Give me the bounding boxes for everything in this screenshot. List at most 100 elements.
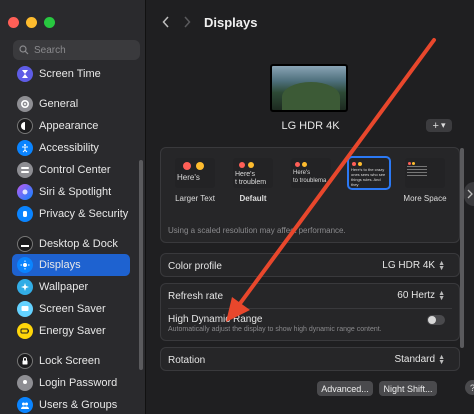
forward-button[interactable] (180, 14, 194, 30)
sidebar-item-label: Login Password (39, 377, 118, 389)
sidebar-item-privacy-security[interactable]: Privacy & Security (12, 203, 130, 225)
color-profile-select[interactable]: LG HDR 4K ▲ ▼ (382, 259, 445, 272)
sidebar-item-desktop-dock[interactable]: Desktop & Dock (12, 233, 130, 255)
sidebar-item-label: Appearance (39, 120, 99, 132)
sidebar-item-control-center[interactable]: Control Center (12, 159, 130, 181)
resolution-option-4[interactable]: Here's to the crazy ones sees who see th… (341, 156, 397, 194)
resolution-option-larger-text[interactable]: Here's Larger Text (167, 158, 223, 203)
lock-icon (17, 353, 33, 369)
chevron-down-icon: ▾ (440, 120, 446, 130)
search-input[interactable] (34, 44, 134, 56)
scroll-right-button[interactable] (464, 182, 474, 206)
preview-text: Here's (177, 174, 200, 182)
accessibility-icon (17, 140, 33, 156)
hourglass-icon (17, 66, 33, 82)
preview-text (407, 166, 427, 178)
dock-icon (17, 236, 33, 252)
back-button[interactable] (159, 14, 173, 30)
resolution-option-default[interactable]: Here's t troublem Default (225, 158, 281, 203)
rotation-label: Rotation (168, 355, 206, 366)
battery-icon (17, 323, 33, 339)
resolution-picker: Here's Larger Text Here's t troublem Def… (160, 147, 460, 243)
appearance-icon (17, 118, 33, 134)
sidebar-item-label: Users & Groups (39, 399, 118, 411)
resolution-preview: Here's t troublem (233, 158, 273, 188)
sidebar-item-screen-saver[interactable]: Screen Saver (12, 298, 130, 320)
control-center-icon (17, 162, 33, 178)
chevron-updown-icon: ▲ ▼ (438, 259, 445, 272)
add-display-label: + (432, 119, 439, 132)
sidebar-item-wallpaper[interactable]: Wallpaper (12, 276, 130, 298)
sidebar-item-label: Screen Time (39, 68, 101, 80)
sidebar-item-general[interactable]: General (12, 93, 130, 115)
add-display-button[interactable]: + ▾ (426, 119, 452, 132)
hdr-toggle[interactable] (427, 315, 445, 325)
night-shift-button[interactable]: Night Shift... (379, 381, 437, 396)
users-icon (17, 397, 33, 413)
zoom-button[interactable] (44, 17, 55, 28)
sidebar-item-accessibility[interactable]: Accessibility (12, 137, 130, 159)
sidebar-item-label: Siri & Spotlight (39, 186, 112, 198)
preview-text: Here's to troublema (293, 170, 327, 184)
sidebar-item-lock-screen[interactable]: Lock Screen (12, 350, 130, 372)
search-field[interactable] (13, 40, 140, 60)
rotation-select[interactable]: Standard ▲ ▼ (394, 353, 445, 366)
color-profile-value: LG HDR 4K (382, 260, 436, 271)
resolution-option-3[interactable]: Here's to troublema (283, 158, 339, 194)
sidebar-item-label: Screen Saver (39, 303, 106, 315)
settings-window: Screen Time General Appearance Accessibi… (0, 0, 474, 414)
hdr-description: Automatically adjust the display to show… (168, 326, 382, 333)
preview-text: Here's t troublem (235, 171, 267, 186)
sidebar-scrollbar[interactable] (139, 160, 143, 370)
sidebar-item-screen-time[interactable]: Screen Time (12, 63, 130, 85)
sidebar-item-label: Desktop & Dock (39, 238, 118, 250)
sidebar-item-energy-saver[interactable]: Energy Saver (12, 320, 130, 342)
chevron-right-icon (184, 16, 191, 28)
window-controls (8, 17, 55, 28)
login-icon (17, 375, 33, 391)
sidebar-item-label: Energy Saver (39, 325, 106, 337)
resolution-option-label: Default (239, 194, 267, 203)
hdr-label: High Dynamic Range (168, 314, 263, 325)
main-scrollbar[interactable] (460, 148, 464, 348)
chevron-left-icon (162, 16, 169, 28)
sidebar-item-label: Lock Screen (39, 355, 101, 367)
sidebar: Screen Time General Appearance Accessibi… (0, 0, 146, 414)
refresh-rate-label: Refresh rate (168, 291, 224, 302)
sidebar-item-label: Displays (39, 259, 81, 271)
sidebar-item-login-password[interactable]: Login Password (12, 372, 130, 394)
refresh-hdr-card: Refresh rate 60 Hertz ▲ ▼ High Dynamic Ra… (160, 283, 460, 341)
resolution-preview: Here's (175, 158, 215, 188)
refresh-rate-value: 60 Hertz (397, 290, 436, 301)
main-pane: Displays LG HDR 4K + ▾ Here's Larger Tex… (147, 0, 474, 414)
page-title: Displays (204, 15, 258, 30)
resolution-option-label: More Space (403, 194, 447, 203)
chevron-updown-icon: ▲ ▼ (438, 289, 445, 302)
color-profile-label: Color profile (168, 261, 222, 272)
chevron-right-icon (467, 189, 473, 199)
resolution-preview (405, 158, 445, 188)
sidebar-item-label: Control Center (39, 164, 111, 176)
sidebar-item-label: Wallpaper (39, 281, 89, 293)
resolution-preview: Here's to troublema (291, 158, 331, 188)
sidebar-item-siri-spotlight[interactable]: Siri & Spotlight (12, 181, 130, 203)
sidebar-item-appearance[interactable]: Appearance (12, 115, 130, 137)
chevron-updown-icon: ▲ ▼ (438, 353, 445, 366)
help-button[interactable]: ? (465, 380, 474, 395)
display-name: LG HDR 4K (281, 120, 340, 132)
minimize-button[interactable] (26, 17, 37, 28)
close-button[interactable] (8, 17, 19, 28)
screen-saver-icon (17, 301, 33, 317)
advanced-button[interactable]: Advanced... (317, 381, 373, 396)
resolution-option-more-space[interactable]: More Space (397, 158, 453, 203)
resolution-preview: Here's to the crazy ones sees who see th… (347, 156, 391, 190)
sidebar-item-users-groups[interactable]: Users & Groups (12, 394, 130, 414)
gear-icon (17, 96, 33, 112)
resolution-option-label: Larger Text (175, 194, 215, 203)
refresh-rate-select[interactable]: 60 Hertz ▲ ▼ (397, 289, 445, 302)
display-thumbnail[interactable] (270, 64, 348, 112)
sidebar-item-label: Privacy & Security (39, 208, 129, 220)
search-icon (19, 45, 29, 55)
hand-icon (17, 206, 33, 222)
sidebar-item-displays[interactable]: Displays (12, 254, 130, 276)
